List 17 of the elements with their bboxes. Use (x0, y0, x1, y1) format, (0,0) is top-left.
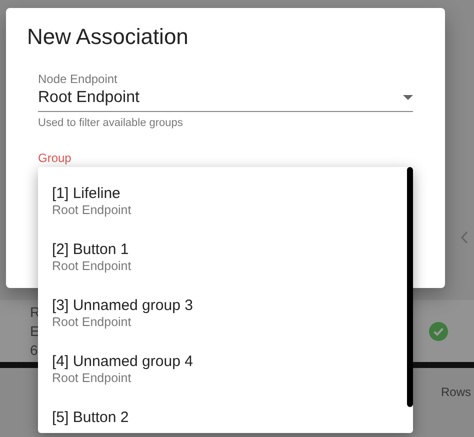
chevron-left-icon[interactable] (460, 231, 468, 244)
endpoint-select[interactable]: Root Endpoint (38, 86, 413, 112)
rows-label: Rows (440, 385, 471, 401)
dropdown-arrow-icon (403, 95, 413, 100)
scrollbar-thumb[interactable] (407, 167, 413, 407)
field-label: Node Endpoint (38, 72, 118, 86)
check-circle-icon (429, 322, 448, 340)
menu-item[interactable]: [4] Unnamed group 4 Root Endpoint (38, 335, 405, 391)
table-text: E (30, 323, 40, 339)
dialog-title: New Association (27, 24, 190, 50)
helper-text: Used to filter available groups (38, 117, 184, 129)
menu-item[interactable]: [2] Button 1 Root Endpoint (38, 223, 405, 279)
menu-item[interactable]: [5] Button 2 (38, 391, 405, 433)
field-label: Group (38, 152, 72, 165)
menu-item[interactable]: [3] Unnamed group 3 Root Endpoint (38, 279, 405, 335)
menu-item[interactable]: [1] Lifeline Root Endpoint (38, 167, 405, 223)
table-text: 6 (30, 342, 39, 358)
